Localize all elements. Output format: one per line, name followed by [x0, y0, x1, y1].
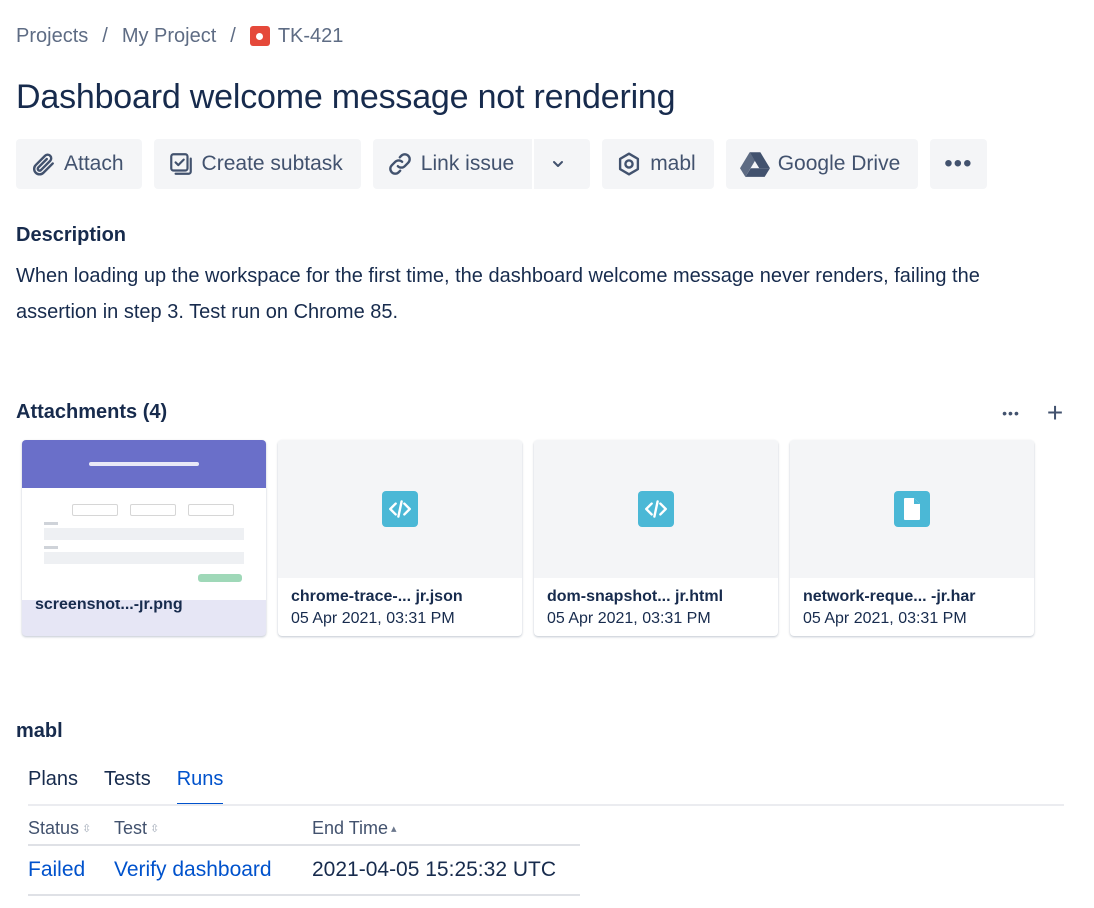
chevron-down-icon: [553, 161, 564, 167]
breadcrumb: Projects / My Project / TK-421: [16, 22, 343, 50]
paperclip-icon: [32, 153, 54, 176]
breadcrumb-issue-key[interactable]: TK-421: [278, 25, 344, 48]
attachment-name: network-reque... -jr.har: [803, 588, 976, 605]
issue-toolbar: Attach Create subtask Link issue mabl Go…: [16, 139, 999, 189]
google-drive-icon: [739, 152, 770, 177]
screenshot-thumbnail: [22, 440, 266, 600]
tabs-divider: [28, 804, 1064, 806]
link-issue-group: Link issue: [372, 139, 591, 189]
run-test-link[interactable]: Verify dashboard: [114, 858, 312, 882]
table-row: Failed Verify dashboard 2021-04-05 15:25…: [28, 846, 580, 896]
attachment-card-screenshot[interactable]: screenshot...-jr.png: [22, 440, 266, 636]
attachment-name: dom-snapshot... jr.html: [547, 588, 724, 605]
link-issue-button[interactable]: Link issue: [372, 139, 533, 189]
description-text[interactable]: When loading up the workspace for the fi…: [16, 258, 1026, 330]
code-file-icon: [638, 491, 674, 527]
tab-plans[interactable]: Plans: [28, 768, 78, 806]
sort-icon: ⇳: [82, 822, 92, 835]
description-heading: Description: [16, 224, 127, 246]
page-title[interactable]: Dashboard welcome message not rendering: [16, 78, 676, 117]
column-header-status[interactable]: Status ⇳: [28, 818, 114, 839]
breadcrumb-separator: /: [230, 24, 236, 47]
attachment-date: 05 Apr 2021, 03:31 PM: [291, 610, 455, 627]
breadcrumb-projects[interactable]: Projects: [16, 25, 88, 48]
attachment-date: 05 Apr 2021, 03:31 PM: [547, 610, 711, 627]
attach-label: Attach: [64, 152, 124, 175]
google-drive-label: Google Drive: [777, 152, 901, 175]
table-header: Status ⇳ Test ⇳ End Time ▴: [28, 812, 580, 846]
breadcrumb-project[interactable]: My Project: [122, 25, 216, 48]
create-subtask-button[interactable]: Create subtask: [153, 139, 361, 189]
mabl-button[interactable]: mabl: [602, 139, 714, 189]
mabl-heading: mabl: [16, 720, 63, 742]
mabl-tabs: Plans Tests Runs: [28, 768, 249, 806]
more-actions-button[interactable]: •••: [930, 139, 987, 189]
sort-icon: ⇳: [150, 822, 160, 835]
mabl-hexagon-icon: [619, 152, 640, 176]
column-header-end-time[interactable]: End Time ▴: [312, 818, 580, 839]
runs-table: Status ⇳ Test ⇳ End Time ▴ Failed Verify da…: [28, 812, 580, 896]
bug-icon: [249, 26, 270, 46]
code-file-icon: [382, 491, 418, 527]
run-end-time: 2021-04-05 15:25:32 UTC: [312, 858, 556, 881]
breadcrumb-separator: /: [102, 24, 108, 47]
attachment-card-network-requests[interactable]: network-reque... -jr.har 05 Apr 2021, 03…: [790, 440, 1034, 636]
attachments-actions: ••• +: [982, 397, 1070, 428]
tab-runs[interactable]: Runs: [176, 768, 224, 806]
link-icon: [388, 153, 411, 175]
add-attachment-button[interactable]: +: [1040, 397, 1070, 428]
run-status-link[interactable]: Failed: [28, 858, 114, 882]
attachments-more-button[interactable]: •••: [996, 398, 1026, 428]
subtask-icon: [169, 153, 192, 175]
attachments-list: screenshot...-jr.png chrome-trace-... jr…: [22, 440, 1046, 636]
attachments-heading: Attachments (4): [16, 401, 168, 423]
tab-tests[interactable]: Tests: [104, 768, 151, 806]
attachment-date: 05 Apr 2021, 03:31 PM: [803, 610, 967, 627]
link-issue-label: Link issue: [420, 152, 515, 175]
google-drive-button[interactable]: Google Drive: [725, 139, 919, 189]
document-file-icon: [894, 491, 930, 527]
link-issue-dropdown-button[interactable]: [534, 139, 591, 189]
attach-button[interactable]: Attach: [16, 139, 142, 189]
attachment-card-chrome-trace[interactable]: chrome-trace-... jr.json 05 Apr 2021, 03…: [278, 440, 522, 636]
create-subtask-label: Create subtask: [201, 152, 343, 175]
attachment-card-dom-snapshot[interactable]: dom-snapshot... jr.html 05 Apr 2021, 03:…: [534, 440, 778, 636]
column-header-test[interactable]: Test ⇳: [114, 818, 312, 839]
sort-ascending-icon: ▴: [391, 822, 397, 835]
attachment-name: chrome-trace-... jr.json: [291, 588, 463, 605]
mabl-label: mabl: [650, 152, 696, 175]
